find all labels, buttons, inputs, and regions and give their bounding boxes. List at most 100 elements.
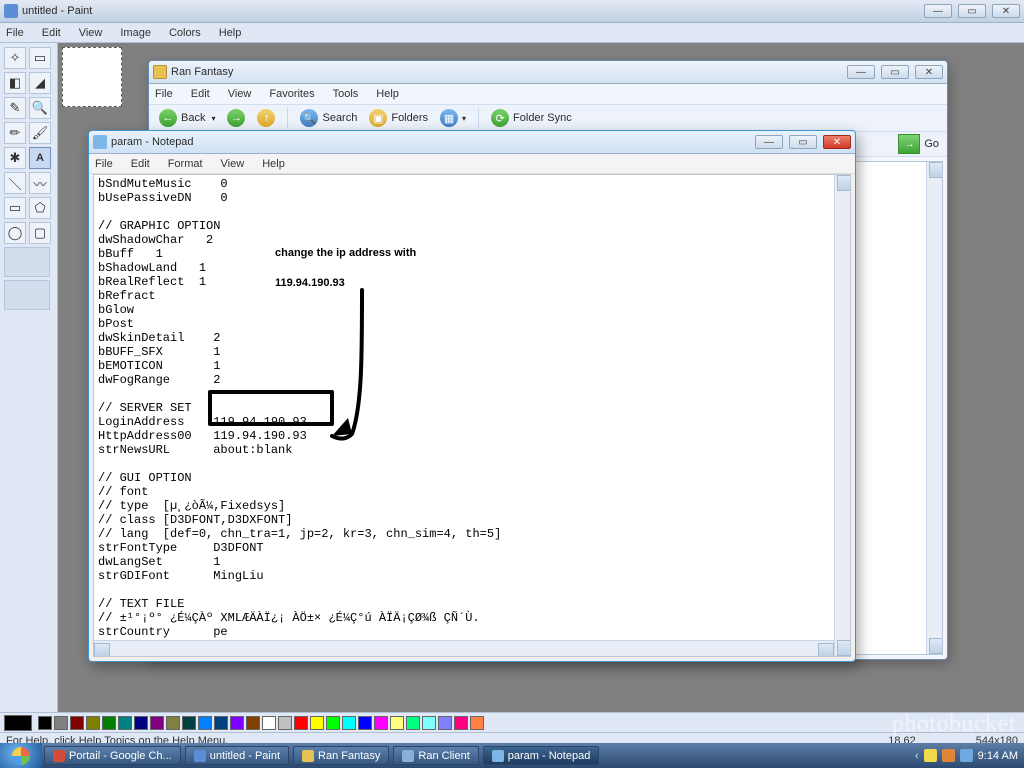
- paint-canvas[interactable]: [62, 47, 122, 107]
- menu-colors[interactable]: Colors: [169, 27, 201, 39]
- scrollbar-vertical[interactable]: [926, 162, 942, 654]
- palette-color[interactable]: [326, 716, 340, 730]
- tray-icon[interactable]: [960, 749, 973, 762]
- go-button[interactable]: →: [898, 134, 920, 154]
- palette-color[interactable]: [262, 716, 276, 730]
- tool-opt1[interactable]: [4, 247, 50, 277]
- tool-select[interactable]: ▭: [29, 47, 51, 69]
- tool-ellipse[interactable]: ◯: [4, 222, 26, 244]
- palette-color[interactable]: [278, 716, 292, 730]
- menu-file[interactable]: File: [6, 27, 24, 39]
- tool-brush[interactable]: 🖌: [29, 122, 51, 144]
- palette-color[interactable]: [70, 716, 84, 730]
- tool-free-select[interactable]: ✧: [4, 47, 26, 69]
- menu-format[interactable]: Format: [168, 158, 203, 170]
- palette-color[interactable]: [166, 716, 180, 730]
- notepad-window[interactable]: param - Notepad — ▭ ✕ File Edit Format View…: [88, 130, 856, 662]
- palette-color[interactable]: [118, 716, 132, 730]
- tool-magnify[interactable]: 🔍: [29, 97, 51, 119]
- notepad-menubar[interactable]: File Edit Format View Help: [89, 154, 855, 174]
- tool-fill[interactable]: ◢: [29, 72, 51, 94]
- menu-tools[interactable]: Tools: [333, 88, 359, 100]
- palette-color[interactable]: [214, 716, 228, 730]
- notepad-titlebar[interactable]: param - Notepad — ▭ ✕: [89, 131, 855, 154]
- palette-color[interactable]: [310, 716, 324, 730]
- paint-menubar[interactable]: FileEditViewImageColorsHelp: [0, 23, 1024, 43]
- taskbar-item[interactable]: Portail - Google Ch...: [44, 746, 181, 765]
- minimize-button[interactable]: —: [924, 4, 952, 18]
- close-button[interactable]: ✕: [823, 135, 851, 149]
- menu-help[interactable]: Help: [262, 158, 285, 170]
- palette-color[interactable]: [230, 716, 244, 730]
- close-button[interactable]: ✕: [915, 65, 943, 79]
- foreground-color[interactable]: [4, 715, 32, 731]
- palette-color[interactable]: [470, 716, 484, 730]
- menu-view[interactable]: View: [221, 158, 245, 170]
- foldersync-button[interactable]: ⟳Folder Sync: [491, 109, 572, 127]
- palette-color[interactable]: [294, 716, 308, 730]
- minimize-button[interactable]: —: [755, 135, 783, 149]
- tray-icon[interactable]: [942, 749, 955, 762]
- minimize-button[interactable]: —: [847, 65, 875, 79]
- tool-picker[interactable]: ✎: [4, 97, 26, 119]
- tray-icon[interactable]: [924, 749, 937, 762]
- folders-button[interactable]: ▣Folders: [369, 109, 428, 127]
- tool-curve[interactable]: 〰: [29, 172, 51, 194]
- palette-color[interactable]: [246, 716, 260, 730]
- start-button[interactable]: [0, 743, 42, 768]
- tool-text[interactable]: A: [29, 147, 51, 169]
- tool-pencil[interactable]: ✏: [4, 122, 26, 144]
- palette-color[interactable]: [38, 716, 52, 730]
- explorer-menubar[interactable]: FileEditViewFavoritesToolsHelp: [149, 84, 947, 104]
- tool-line[interactable]: ＼: [4, 172, 26, 194]
- back-button[interactable]: ←Back▾: [159, 109, 215, 127]
- tool-eraser[interactable]: ◧: [4, 72, 26, 94]
- maximize-button[interactable]: ▭: [958, 4, 986, 18]
- taskbar-item[interactable]: param - Notepad: [483, 746, 600, 765]
- close-button[interactable]: ✕: [992, 4, 1020, 18]
- maximize-button[interactable]: ▭: [789, 135, 817, 149]
- search-button[interactable]: 🔍Search: [300, 109, 357, 127]
- taskbar-item[interactable]: Ran Client: [393, 746, 478, 765]
- palette-color[interactable]: [374, 716, 388, 730]
- scrollbar-vertical[interactable]: [834, 175, 850, 656]
- menu-edit[interactable]: Edit: [42, 27, 61, 39]
- menu-edit[interactable]: Edit: [131, 158, 150, 170]
- forward-button[interactable]: →: [227, 109, 245, 127]
- taskbar[interactable]: Portail - Google Ch...untitled - PaintRa…: [0, 743, 1024, 768]
- palette-color[interactable]: [358, 716, 372, 730]
- tray-expand-icon[interactable]: ‹: [915, 750, 919, 762]
- menu-image[interactable]: Image: [120, 27, 151, 39]
- palette-color[interactable]: [198, 716, 212, 730]
- taskbar-item[interactable]: Ran Fantasy: [293, 746, 389, 765]
- menu-help[interactable]: Help: [219, 27, 242, 39]
- palette-color[interactable]: [342, 716, 356, 730]
- tool-polygon[interactable]: ⬠: [29, 197, 51, 219]
- palette-color[interactable]: [102, 716, 116, 730]
- palette-color[interactable]: [54, 716, 68, 730]
- menu-favorites[interactable]: Favorites: [269, 88, 314, 100]
- views-button[interactable]: ▦▾: [440, 109, 466, 127]
- tool-opt2[interactable]: [4, 280, 50, 310]
- tool-rect[interactable]: ▭: [4, 197, 26, 219]
- system-tray[interactable]: ‹ 9:14 AM: [909, 749, 1024, 762]
- tool-roundrect[interactable]: ▢: [29, 222, 51, 244]
- palette-color[interactable]: [422, 716, 436, 730]
- menu-file[interactable]: File: [155, 88, 173, 100]
- clock[interactable]: 9:14 AM: [978, 750, 1018, 762]
- palette-color[interactable]: [454, 716, 468, 730]
- paint-toolbox[interactable]: ✧ ▭ ◧ ◢ ✎ 🔍 ✏ 🖌 ✱ A ＼ 〰 ▭ ⬠ ◯ ▢: [0, 43, 58, 713]
- menu-file[interactable]: File: [95, 158, 113, 170]
- taskbar-item[interactable]: untitled - Paint: [185, 746, 289, 765]
- menu-help[interactable]: Help: [376, 88, 399, 100]
- palette-color[interactable]: [438, 716, 452, 730]
- menu-view[interactable]: View: [228, 88, 252, 100]
- tool-airbrush[interactable]: ✱: [4, 147, 26, 169]
- scrollbar-horizontal[interactable]: [94, 640, 834, 656]
- palette-color[interactable]: [406, 716, 420, 730]
- explorer-toolbar[interactable]: ←Back▾ → ↑ 🔍Search ▣Folders ▦▾ ⟳Folder S…: [149, 104, 947, 132]
- color-palette[interactable]: [0, 712, 1024, 732]
- paint-titlebar[interactable]: untitled - Paint — ▭ ✕: [0, 0, 1024, 23]
- explorer-titlebar[interactable]: Ran Fantasy — ▭ ✕: [149, 61, 947, 84]
- palette-color[interactable]: [182, 716, 196, 730]
